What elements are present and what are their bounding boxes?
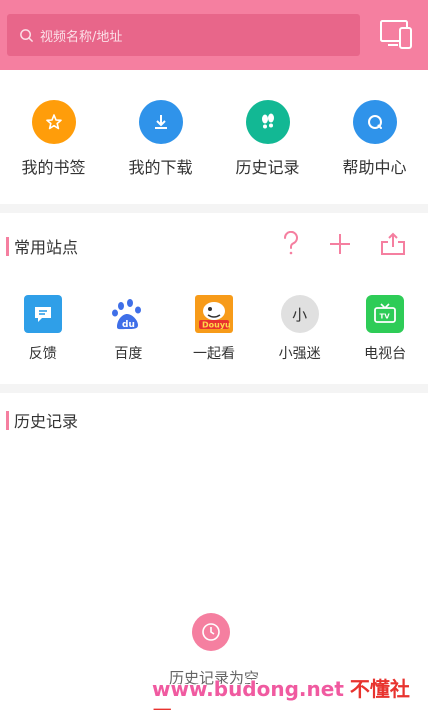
question-icon [283,231,298,255]
watermark-url: www.budong.net [152,677,344,701]
common-sites-title: 常用站点 [6,234,78,258]
common-sites-title-text: 常用站点 [14,238,79,257]
plus-icon [330,234,350,254]
svg-text:Douyu: Douyu [202,321,231,330]
quick-action-downloads[interactable]: 我的下载 [107,70,214,204]
tv-icon: TV [366,295,405,333]
title-accent-bar [6,236,9,256]
site-yiqikan[interactable]: Douyu 一起看 [171,290,257,370]
clock-icon [192,613,230,651]
search-placeholder: 视频名称/地址 [40,29,123,45]
text-avatar-icon: 小 [280,295,319,333]
bookmark-star-icon [31,100,76,144]
site-label: 反馈 [28,346,57,362]
help-chat-icon [352,100,397,144]
quick-action-history[interactable]: 历史记录 [214,70,321,204]
quick-action-label: 帮助中心 [342,158,407,177]
site-label: 百度 [114,346,143,362]
quick-actions: 我的书签 我的下载 历史记录 帮助中心 [0,70,428,204]
quick-action-label: 我的下载 [128,158,193,177]
common-sites-list: 反馈 du 百度 Douyu 一起看 小 小强迷 TV 电视台 [0,290,428,370]
quick-action-help[interactable]: 帮助中心 [321,70,428,204]
devices-icon [380,20,412,49]
quick-action-label: 我的书签 [21,158,86,177]
quick-action-bookmarks[interactable]: 我的书签 [0,70,107,204]
download-icon [138,100,183,144]
history-title: 历史记录 [6,408,78,432]
search-icon [20,28,33,42]
help-button[interactable] [276,229,306,259]
svg-text:du: du [122,320,135,330]
site-watermark: www.budong.net不懂社区 [152,673,428,710]
add-site-button[interactable] [325,229,355,259]
site-tv[interactable]: TV 电视台 [342,290,428,370]
baidu-paw-icon: du [109,295,147,333]
svg-text:TV: TV [380,313,391,321]
footprints-icon [245,100,290,144]
share-button[interactable] [378,229,408,259]
site-label: 一起看 [192,346,235,362]
site-baidu[interactable]: du 百度 [86,290,172,370]
history-title-text: 历史记录 [14,412,79,431]
section-divider [0,384,428,393]
site-label: 电视台 [364,346,407,362]
site-feedback[interactable]: 反馈 [0,290,86,370]
top-header: 视频名称/地址 [0,0,428,70]
site-label: 小强迷 [278,346,321,362]
section-divider [0,204,428,213]
multi-device-button[interactable] [376,17,416,53]
share-icon [381,232,405,255]
douyu-fish-icon: Douyu [194,295,233,333]
feedback-icon [23,295,62,333]
search-input[interactable]: 视频名称/地址 [7,14,360,56]
avatar-text: 小 [292,305,308,324]
title-accent-bar [6,410,9,430]
quick-action-label: 历史记录 [235,158,300,177]
site-xiaoqiangmi[interactable]: 小 小强迷 [257,290,343,370]
